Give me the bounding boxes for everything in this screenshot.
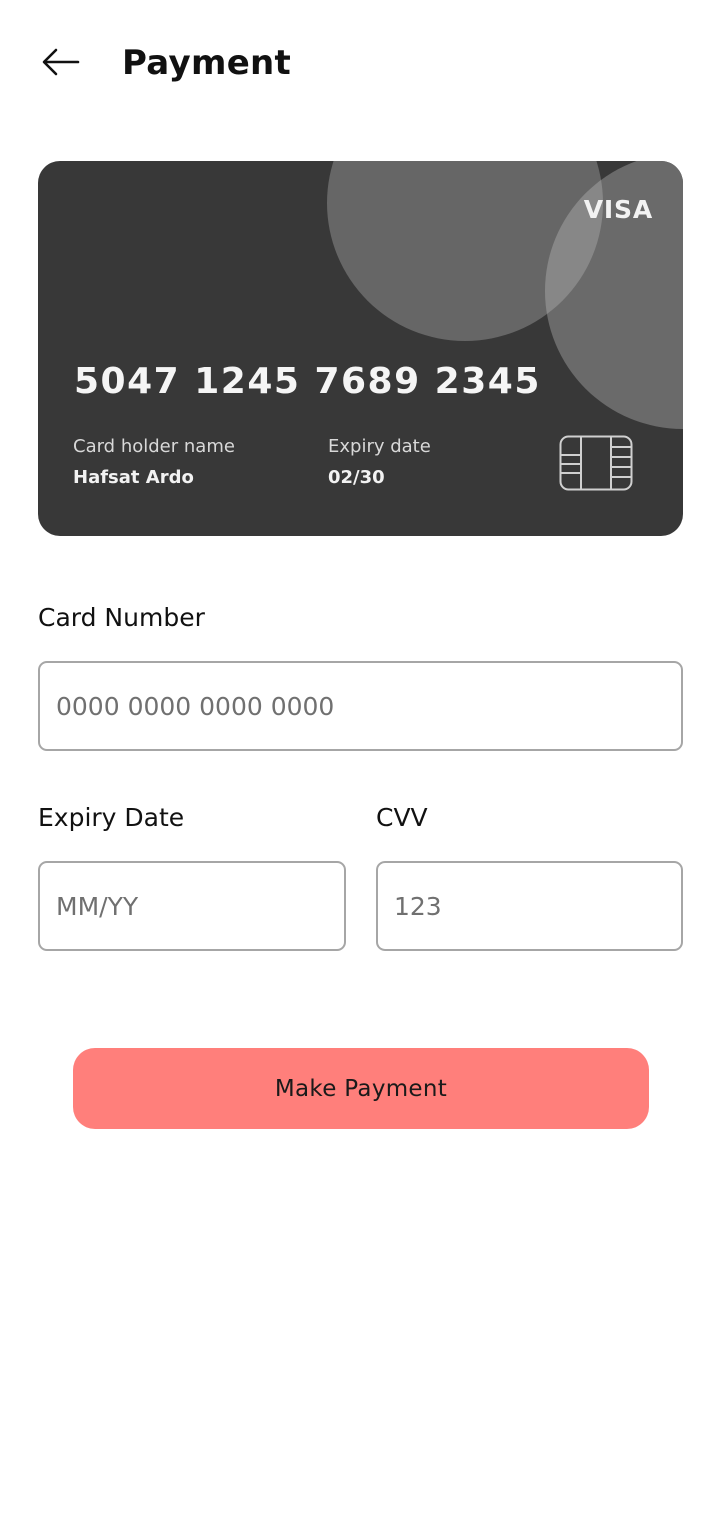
card-brand: VISA: [583, 195, 653, 224]
page-title: Payment: [122, 43, 292, 83]
card-holder-label: Card holder name: [73, 436, 235, 457]
card-expiry-value: 02/30: [328, 467, 385, 488]
back-button[interactable]: [38, 40, 82, 84]
card-number-label: Card Number: [38, 603, 205, 632]
make-payment-button[interactable]: Make Payment: [73, 1048, 649, 1129]
cvv-input[interactable]: [376, 861, 683, 951]
cvv-label: CVV: [376, 803, 428, 832]
card-holder: Card holder name Hafsat Ardo: [73, 435, 235, 492]
card-holder-value: Hafsat Ardo: [73, 467, 194, 488]
expiry-date-input[interactable]: [38, 861, 346, 951]
card-expiry-label: Expiry date: [328, 436, 431, 457]
card-chip-icon: [559, 435, 633, 491]
arrow-left-icon: [42, 48, 80, 76]
top-bar: Payment: [0, 0, 720, 130]
credit-card-preview: VISA 5047 1245 7689 2345 Card holder nam…: [38, 161, 683, 536]
card-number-display: 5047 1245 7689 2345: [74, 361, 541, 402]
card-expiry: Expiry date 02/30: [328, 435, 431, 492]
expiry-date-label: Expiry Date: [38, 803, 185, 832]
card-number-input[interactable]: [38, 661, 683, 751]
